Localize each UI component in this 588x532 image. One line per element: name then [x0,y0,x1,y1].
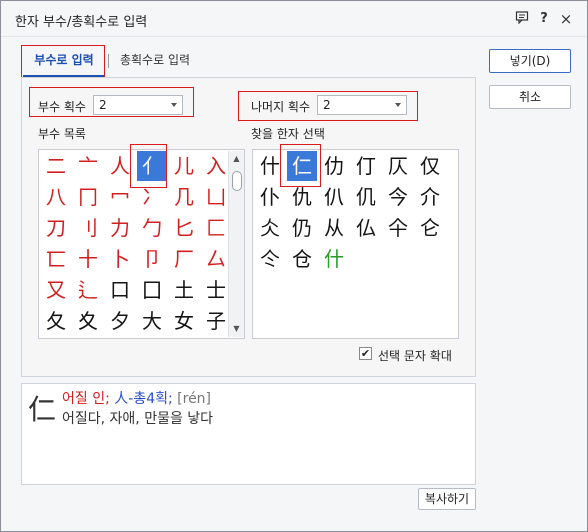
info-radical: 人-총4획; [114,391,173,407]
radical-cell[interactable]: 匕 [169,213,199,243]
tab-stroke-input[interactable]: 총획수로 입력 [115,45,195,77]
selected-hanja-highlight-box [280,144,321,187]
radical-cell[interactable]: 口 [105,275,135,305]
copy-button[interactable]: 복사하기 [418,488,476,510]
hanja-cell[interactable]: 什 [319,244,349,274]
hanja-cell[interactable]: 介 [415,182,445,212]
hanja-info-panel: 仁 어질 인; 人-총4획; [rén] 어질다, 자애, 만물을 낳다 [21,383,476,485]
cancel-button[interactable]: 취소 [489,85,571,109]
radical-cell[interactable]: 夊 [73,306,103,336]
hanja-cell[interactable]: 仓 [287,244,317,274]
scrollbar-thumb[interactable] [232,171,242,191]
enlarge-checkbox[interactable]: ✔ [359,347,372,360]
radical-cell[interactable]: 卩 [137,244,167,274]
title-bar: 한자 부수/총획수로 입력 ? × [1,1,587,37]
hanja-cell[interactable]: 仈 [319,182,349,212]
hanja-cell[interactable]: 仃 [351,151,381,181]
selected-radical-highlight-box [130,144,167,188]
enlarge-checkbox-label: 선택 문자 확대 [378,349,452,363]
hanja-cell[interactable]: 仐 [383,213,413,243]
radical-cell[interactable]: 力 [105,213,135,243]
radical-cell[interactable]: 勹 [137,213,167,243]
hanja-list-label: 찾을 한자 선택 [251,127,325,141]
hanja-cell[interactable]: 仒 [255,244,285,274]
hanja-input-dialog: 한자 부수/총획수로 입력 ? × 부수로 입력 총획수로 입력 부수 획수 2… [0,0,588,532]
radical-cell[interactable]: 儿 [169,151,199,181]
info-glyph: 仁 [28,393,57,426]
hanja-cell[interactable]: 仂 [319,151,349,181]
chat-icon[interactable] [513,10,531,28]
hanja-cell[interactable]: 从 [319,213,349,243]
radical-cell[interactable]: 十 [73,244,103,274]
radical-cell[interactable]: 几 [169,182,199,212]
radical-cell[interactable]: 土 [169,275,199,305]
hanja-cell[interactable]: 今 [383,182,413,212]
radical-cell[interactable]: 卜 [105,244,135,274]
help-icon[interactable]: ? [535,10,553,28]
hanja-cell[interactable]: 仉 [351,182,381,212]
radical-cell[interactable]: 入 [201,151,231,181]
radical-cell[interactable]: 子 [201,306,231,336]
remaining-count-highlight-box [238,91,418,121]
info-summary: 어질 인; 人-총4획; [rén] [62,388,211,408]
scroll-down-icon[interactable]: ▼ [229,322,244,336]
radical-cell[interactable]: 冂 [73,182,103,212]
info-description: 어질다, 자애, 만물을 낳다 [62,411,214,427]
radical-cell[interactable]: 夂 [41,306,71,336]
info-reading: [rén] [177,391,212,407]
radical-cell[interactable]: 厶 [201,244,231,274]
radical-cell[interactable]: 八 [41,182,71,212]
hanja-cell[interactable]: 仅 [415,151,445,181]
radical-cell[interactable]: 匸 [41,244,71,274]
radical-cell[interactable]: 又 [41,275,71,305]
hanja-cell[interactable]: 仏 [351,213,381,243]
radical-list-label: 부수 목록 [38,127,86,141]
radical-cell[interactable]: 凵 [201,182,231,212]
radical-cell[interactable]: 刂 [73,213,103,243]
radical-cell[interactable]: ⻍ [73,275,103,305]
hanja-cell[interactable]: 仌 [255,213,285,243]
hanja-cell[interactable]: 仍 [287,213,317,243]
radical-cell[interactable]: 刀 [41,213,71,243]
radical-cell[interactable]: 大 [137,306,167,336]
radical-count-highlight-box [29,87,194,117]
radical-cell[interactable]: 囗 [137,275,167,305]
info-meaning: 어질 인; [62,391,110,407]
dialog-title: 한자 부수/총획수로 입력 [15,15,148,30]
radical-list-scrollbar[interactable]: ▲ ▼ [228,151,244,337]
radical-cell[interactable]: 匚 [201,213,231,243]
close-icon[interactable]: × [557,10,575,28]
insert-button[interactable]: 넣기(D) [489,49,571,73]
tab-highlight-box [21,45,105,78]
radical-cell[interactable]: 厂 [169,244,199,274]
radical-cell[interactable]: 士 [201,275,231,305]
tab-separator [108,54,109,68]
scroll-up-icon[interactable]: ▲ [229,152,244,166]
radical-cell[interactable]: 亠 [73,151,103,181]
hanja-cell[interactable]: 仑 [415,213,445,243]
hanja-cell[interactable]: 仄 [383,151,413,181]
radical-cell[interactable]: 二 [41,151,71,181]
radical-cell[interactable]: 夕 [105,306,135,336]
radical-cell[interactable]: 女 [169,306,199,336]
